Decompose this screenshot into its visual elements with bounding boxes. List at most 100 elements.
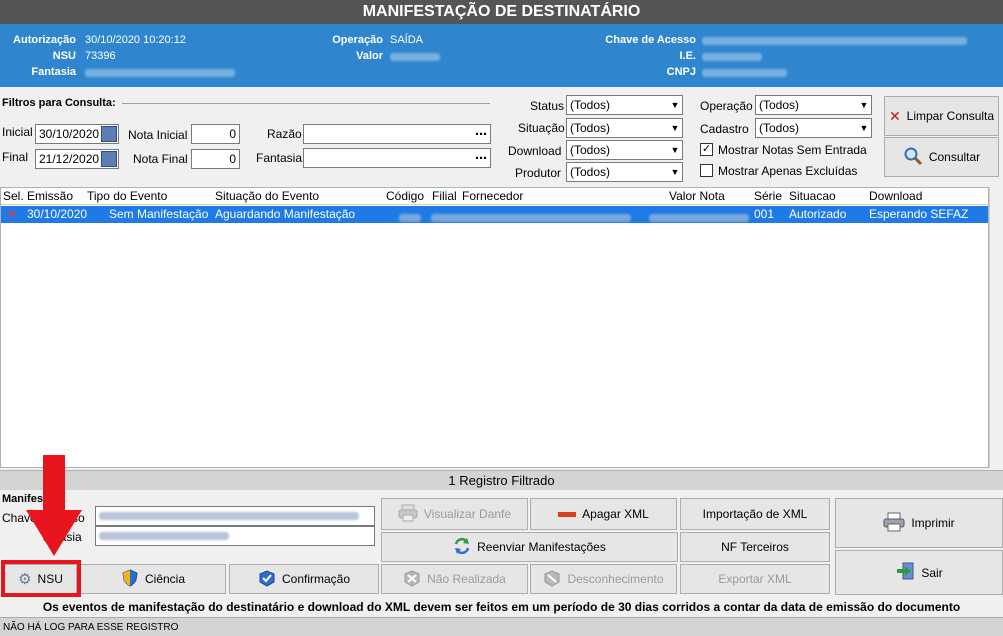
not-done-icon xyxy=(403,569,421,590)
row-emissao: 30/10/2020 xyxy=(27,207,88,221)
exit-icon xyxy=(895,561,915,584)
chevron-down-icon: ▼ xyxy=(670,100,680,110)
final-label: Final xyxy=(2,150,29,164)
results-grid[interactable]: Sel. Emissão Tipo do Evento Situação do … xyxy=(0,187,989,468)
nao-realizada-button[interactable]: Não Realizada xyxy=(381,564,528,594)
status-bar: NÃO HÁ LOG PARA ESSE REGISTRO xyxy=(0,617,1003,636)
situacao-label: Situação xyxy=(518,121,565,135)
mostrar-excluidas-checkbox[interactable] xyxy=(700,164,713,177)
column-header-valor-nota[interactable]: Valor Nota xyxy=(669,189,725,203)
download-select[interactable]: (Todos) ▼ xyxy=(566,140,683,160)
row-download: Esperando SEFAZ xyxy=(869,207,969,221)
razao-input[interactable]: ⋯ xyxy=(303,124,491,144)
row-codigo-redacted xyxy=(399,211,421,225)
row-valor-redacted xyxy=(649,211,749,225)
column-header-fornecedor[interactable]: Fornecedor xyxy=(462,189,523,203)
grid-header: Sel. Emissão Tipo do Evento Situação do … xyxy=(1,188,988,205)
razao-label: Razão xyxy=(267,127,302,141)
download-label: Download xyxy=(508,144,562,158)
nf-terceiros-button[interactable]: NF Terceiros xyxy=(680,532,830,562)
column-header-sel[interactable]: Sel. xyxy=(3,189,24,203)
column-header-tipo-evento[interactable]: Tipo do Evento xyxy=(87,189,167,203)
refresh-icon xyxy=(453,537,471,558)
chave-acesso-label: Chave de Acesso xyxy=(605,34,696,46)
cadastro-label: Cadastro xyxy=(700,122,749,136)
fantasia-input[interactable]: ⋯ xyxy=(303,148,491,168)
nota-final-input[interactable]: 0 xyxy=(191,149,240,169)
confirmacao-button[interactable]: Confirmação xyxy=(229,564,379,594)
row-serie: 001 xyxy=(754,207,775,221)
nota-inicial-label: Nota Inicial xyxy=(128,128,188,142)
consultar-button[interactable]: Consultar xyxy=(884,137,999,177)
inicial-label: Inicial xyxy=(2,125,33,139)
operacao-value: SAÍDA xyxy=(390,34,424,46)
chevron-down-icon: ▼ xyxy=(670,123,680,133)
valor-label: Valor xyxy=(356,50,383,62)
column-header-download[interactable]: Download xyxy=(869,189,922,203)
records-summary: 1 Registro Filtrado xyxy=(0,470,1003,490)
column-header-serie[interactable]: Série xyxy=(754,189,782,203)
calendar-icon[interactable] xyxy=(101,151,117,167)
unknown-icon xyxy=(543,569,561,590)
mostrar-excluidas-label: Mostrar Apenas Excluídas xyxy=(718,164,858,178)
nsu-value: 73396 xyxy=(85,50,116,62)
filters-divider xyxy=(122,103,490,104)
autorizacao-label: Autorização xyxy=(13,34,76,46)
final-date-input[interactable]: 21/12/2020 xyxy=(35,149,119,169)
manifest-fantasia-input[interactable] xyxy=(95,526,375,546)
column-header-situacao-evento[interactable]: Situação do Evento xyxy=(215,189,319,203)
produtor-select[interactable]: (Todos) ▼ xyxy=(566,162,683,182)
manifest-chave-input[interactable] xyxy=(95,506,375,526)
situacao-select[interactable]: (Todos) ▼ xyxy=(566,118,683,138)
desconhecimento-button[interactable]: Desconhecimento xyxy=(530,564,677,594)
imprimir-button[interactable]: Imprimir xyxy=(835,498,1003,548)
printer-icon xyxy=(398,504,418,525)
confirm-icon xyxy=(258,569,276,590)
ie-label: I.E. xyxy=(679,50,696,62)
operacao-select[interactable]: (Todos) ▼ xyxy=(755,95,872,115)
status-select[interactable]: (Todos) ▼ xyxy=(566,95,683,115)
status-label: Status xyxy=(530,99,565,113)
column-header-emissao[interactable]: Emissão xyxy=(27,189,73,203)
printer-icon xyxy=(883,512,905,535)
document-header: Autorização 30/10/2020 10:20:12 NSU 7339… xyxy=(0,24,1003,87)
cnpj-label: CNPJ xyxy=(666,66,696,78)
ie-value-redacted xyxy=(702,52,762,64)
limpar-consulta-button[interactable]: ✕ Limpar Consulta xyxy=(884,96,999,136)
ciencia-button[interactable]: Ciência xyxy=(80,564,226,594)
row-fornecedor-redacted xyxy=(431,211,631,225)
fantasia-label: Fantasia xyxy=(31,66,76,78)
visualizar-danfe-button[interactable]: Visualizar Danfe xyxy=(381,498,528,530)
filters-section-label: Filtros para Consulta: xyxy=(2,97,116,109)
column-header-codigo[interactable]: Código xyxy=(386,189,424,203)
table-row[interactable]: ✕ 30/10/2020 Sem Manifestação Aguardando… xyxy=(1,206,988,223)
cadastro-select[interactable]: (Todos) ▼ xyxy=(755,118,872,138)
apagar-xml-button[interactable]: Apagar XML xyxy=(530,498,677,530)
reenviar-manifestacoes-button[interactable]: Reenviar Manifestações xyxy=(381,532,678,562)
fantasia-lookup-button[interactable]: ⋯ xyxy=(475,149,487,167)
nota-final-label: Nota Final xyxy=(133,152,188,166)
sair-button[interactable]: Sair xyxy=(835,550,1003,595)
search-icon xyxy=(903,146,923,169)
column-header-filial[interactable]: Filial xyxy=(432,189,457,203)
calendar-icon[interactable] xyxy=(101,126,117,142)
nota-inicial-input[interactable]: 0 xyxy=(191,124,240,144)
fantasia-filter-label: Fantasia xyxy=(256,151,303,165)
manifest-section-label: Manifes xyxy=(2,493,43,505)
footer-message: Os eventos de manifestação do destinatár… xyxy=(42,600,961,614)
inicial-date-input[interactable]: 30/10/2020 xyxy=(35,124,119,144)
mostrar-sem-entrada-checkbox[interactable]: ✓ xyxy=(700,143,713,156)
autorizacao-value: 30/10/2020 10:20:12 xyxy=(85,34,186,46)
exportar-xml-button[interactable]: Exportar XML xyxy=(680,564,830,594)
chave-acesso-value-redacted xyxy=(702,36,967,48)
valor-value-redacted xyxy=(390,52,440,64)
operacao-filter-label: Operação xyxy=(700,99,753,113)
operacao-label: Operação xyxy=(332,34,383,46)
nsu-label: NSU xyxy=(52,50,76,62)
column-header-situacao[interactable]: Situacao xyxy=(789,189,836,203)
importacao-xml-button[interactable]: Importação de XML xyxy=(680,498,830,530)
chevron-down-icon: ▼ xyxy=(859,123,869,133)
close-icon[interactable]: ✕ xyxy=(7,207,17,221)
grid-scrollbar[interactable] xyxy=(989,187,1003,468)
razao-lookup-button[interactable]: ⋯ xyxy=(475,125,487,143)
